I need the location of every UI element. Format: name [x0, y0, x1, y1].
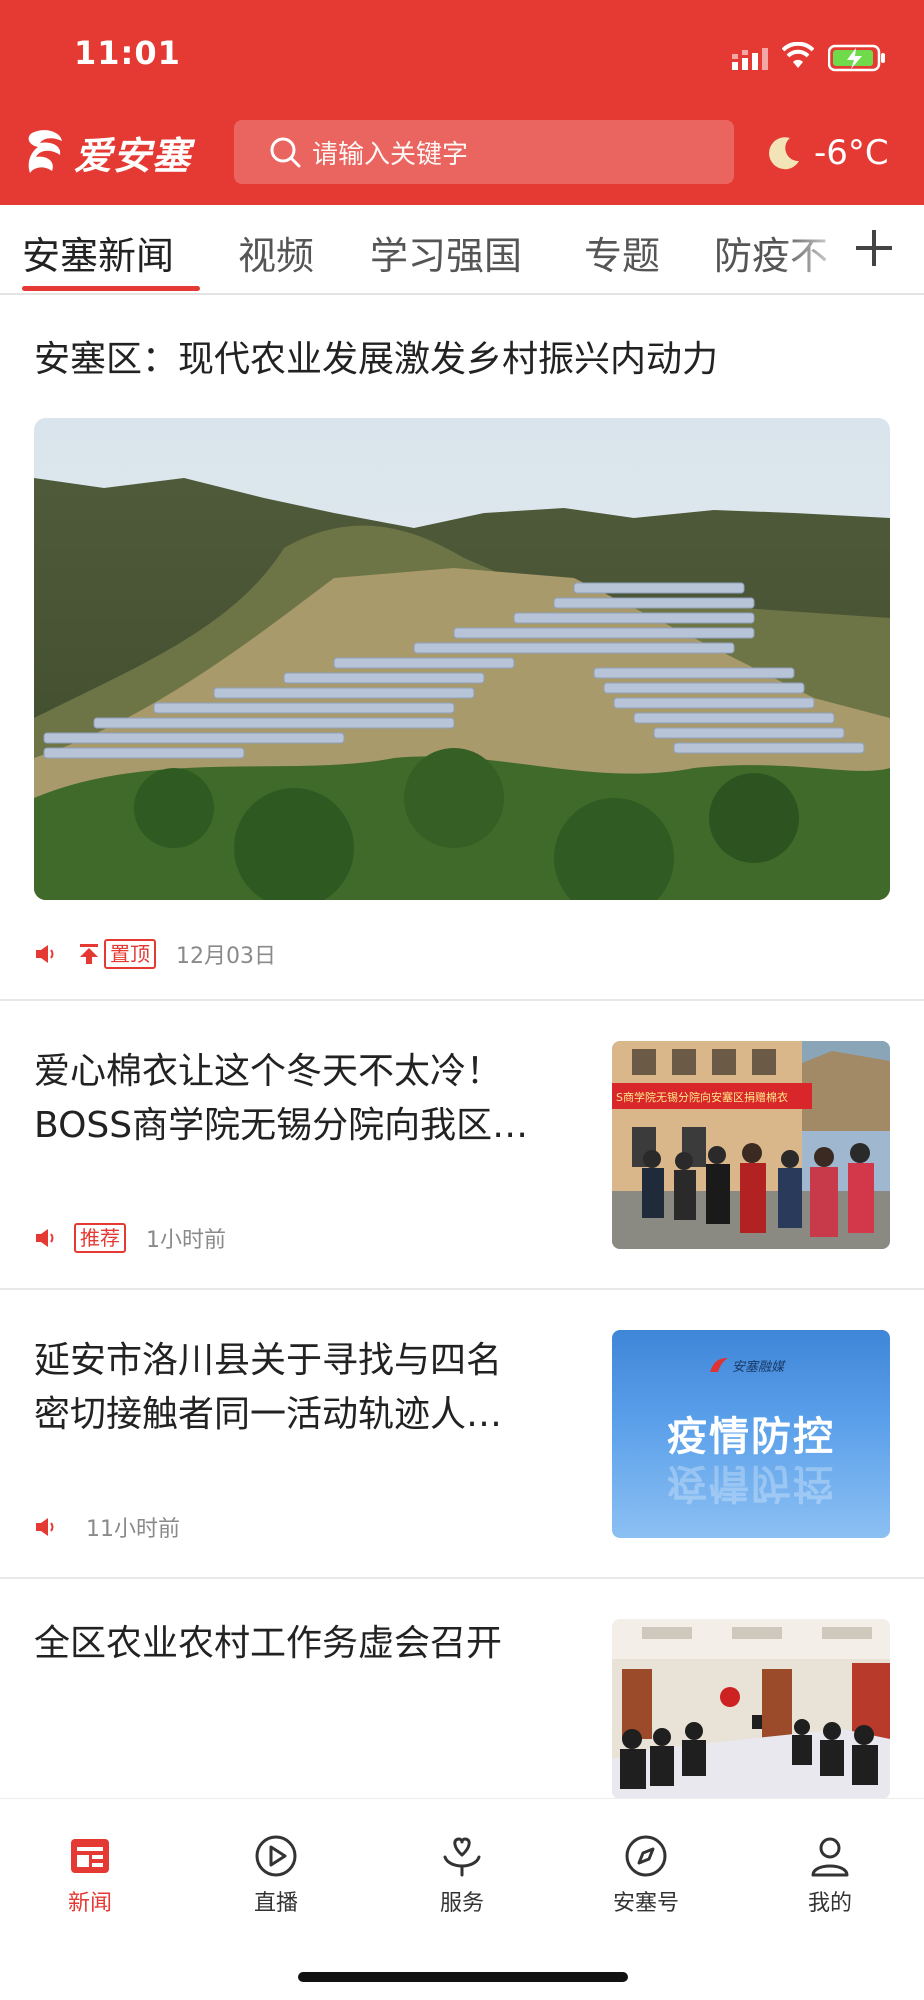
search-placeholder: 请输入关键字 [312, 139, 469, 170]
pin-top-icon [80, 944, 98, 964]
meeting-room-image [612, 1619, 890, 1799]
moon-icon [769, 137, 799, 170]
nav-profile-label: 我的 [807, 1891, 852, 1916]
app-logo[interactable]: 爱安塞 [24, 124, 191, 180]
thumb-title-reflection: 疫情防控 [667, 1460, 835, 1507]
thumb-title: 疫情防控 [667, 1413, 835, 1460]
news-icon [71, 1839, 109, 1873]
compass-icon [625, 1835, 667, 1877]
tab-video[interactable]: 视频 [238, 225, 314, 280]
heart-hand-icon [443, 1837, 481, 1877]
nav-anse-account-label: 安塞号 [612, 1891, 679, 1916]
temperature: -6°C [814, 133, 889, 173]
user-icon [811, 1837, 849, 1877]
battery-charging-icon [828, 44, 885, 72]
thumb-banner-text: S商学院无锡分院向安塞区捐赠棉衣 [616, 1090, 788, 1104]
divider [0, 999, 924, 1001]
speaker-icon[interactable] [34, 943, 58, 965]
active-tab-indicator [22, 286, 200, 291]
pinned-badge: 置顶 [104, 939, 156, 969]
article-thumbnail[interactable] [612, 1619, 890, 1799]
article-title-line1[interactable]: 延安市洛川县关于寻找与四名 [34, 1332, 502, 1390]
article-title[interactable]: 安塞区：现代农业发展激发乡村振兴内动力 [34, 331, 718, 389]
article-time: 12月03日 [176, 944, 276, 969]
logo-text: 爱安塞 [74, 132, 192, 178]
nav-profile[interactable]: 我的 [770, 1833, 890, 1917]
nav-live-label: 直播 [253, 1891, 298, 1916]
article-thumbnail[interactable]: S商学院无锡分院向安塞区捐赠棉衣 [612, 1041, 890, 1249]
article-meta: 推荐 1小时前 [34, 1222, 226, 1254]
status-time: 11:01 [74, 34, 181, 72]
channel-tabs: 安塞新闻 视频 学习强国 专题 防疫不 [0, 205, 924, 295]
article-title-line2[interactable]: BOSS商学院无锡分院向我区… [34, 1097, 528, 1155]
tab-anse-news[interactable]: 安塞新闻 [22, 225, 174, 280]
greenhouse-landscape-image [34, 418, 890, 900]
app-header: 11:01 爱安塞 请输入关键字 -6°C [0, 0, 924, 205]
nav-anse-account[interactable]: 安塞号 [586, 1833, 706, 1917]
thumb-brand: 安塞融媒 [732, 1360, 785, 1375]
logo-mark-icon [28, 130, 62, 173]
article-title-line2[interactable]: 密切接触者同一活动轨迹人… [34, 1386, 502, 1444]
nav-service[interactable]: 服务 [402, 1833, 522, 1917]
anse-media-logo-icon [710, 1358, 728, 1372]
tab-study-power[interactable]: 学习强国 [370, 225, 522, 280]
speaker-icon[interactable] [34, 1516, 58, 1538]
article-time: 11小时前 [86, 1517, 180, 1542]
nav-service-label: 服务 [439, 1891, 484, 1916]
wifi-icon [782, 42, 814, 68]
article-meta: 置顶 12月03日 [34, 938, 276, 970]
add-channel-icon[interactable] [852, 226, 896, 270]
article-hero-image[interactable] [34, 418, 890, 900]
article-title-line1[interactable]: 爱心棉衣让这个冬天不太冷！ [34, 1043, 502, 1101]
play-icon [255, 1835, 297, 1877]
divider [0, 1288, 924, 1290]
signal-icon [732, 48, 768, 70]
article-title[interactable]: 全区农业农村工作务虚会召开 [34, 1615, 502, 1673]
weather-widget[interactable]: -6°C [766, 126, 889, 180]
divider [0, 1577, 924, 1579]
speaker-icon[interactable] [34, 1227, 58, 1249]
donation-event-image: S商学院无锡分院向安塞区捐赠棉衣 [612, 1041, 890, 1249]
tab-fade [780, 215, 850, 285]
nav-news-label: 新闻 [67, 1891, 112, 1916]
search-bar[interactable]: 请输入关键字 [234, 120, 734, 184]
nav-news[interactable]: 新闻 [30, 1833, 150, 1917]
search-icon [270, 137, 301, 168]
recommended-badge: 推荐 [74, 1223, 126, 1253]
tab-special[interactable]: 专题 [584, 225, 660, 280]
article-meta: 11小时前 [34, 1511, 180, 1543]
nav-live[interactable]: 直播 [216, 1833, 336, 1917]
article-time: 1小时前 [146, 1228, 226, 1253]
bottom-nav: 新闻 直播 服务 安塞号 我的 [0, 1798, 924, 2000]
home-indicator[interactable] [298, 1972, 628, 1982]
status-bar: 11:01 [0, 0, 924, 112]
article-thumbnail[interactable]: 安塞融媒 疫情防控 疫情防控 [612, 1330, 890, 1538]
